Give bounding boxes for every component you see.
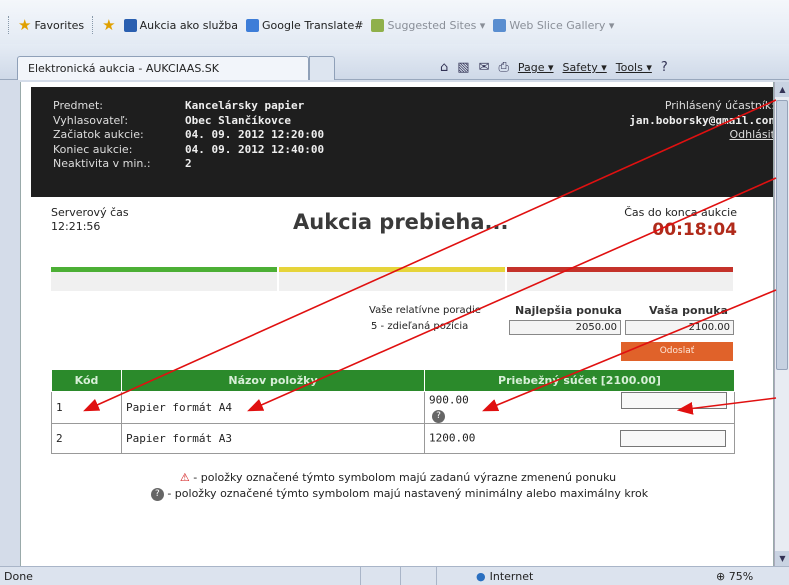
legend: ⚠ - položky označené týmto symbolom majú… bbox=[21, 470, 773, 502]
scroll-up-icon[interactable]: ▲ bbox=[775, 82, 789, 97]
step-info-icon: ? bbox=[432, 409, 445, 423]
translate-icon bbox=[246, 18, 260, 32]
tab-aukcia[interactable]: Elektronická aukcia - AUKCIAAS.SK bbox=[17, 56, 309, 80]
help-icon[interactable]: ? bbox=[661, 60, 668, 75]
progress-segment-yellow bbox=[279, 267, 505, 291]
status-divider bbox=[360, 567, 361, 585]
your-offer-label: Vaša ponuka bbox=[649, 304, 728, 317]
new-tab-button[interactable] bbox=[309, 56, 335, 80]
ie-icon bbox=[371, 18, 385, 32]
favorite-link-aukcia[interactable]: Aukcia ako služba bbox=[123, 18, 238, 32]
item-sum: 1200.00 bbox=[429, 431, 476, 444]
security-zone[interactable]: ● Internet bbox=[476, 570, 533, 583]
favorite-web-slice-gallery[interactable]: Web Slice Gallery ▾ bbox=[493, 18, 614, 32]
vertical-scrollbar[interactable]: ▲ ▼ bbox=[774, 82, 789, 566]
auction-header: Predmet: Vyhlasovateľ: Začiatok aukcie: … bbox=[31, 87, 774, 197]
tab-bar: Elektronická aukcia - AUKCIAAS.SK ⌂ ▧ ✉ … bbox=[0, 44, 789, 80]
progress-segment-red bbox=[507, 267, 733, 291]
legend-step-limit: ? - položky označené týmto symbolom majú… bbox=[21, 486, 773, 502]
step-info-icon: ? bbox=[150, 487, 164, 501]
mail-icon[interactable]: ✉ bbox=[479, 60, 490, 75]
auction-status: Aukcia prebieha... bbox=[293, 210, 509, 234]
logged-user: Prihlásený účastník: jan.boborsky@gmail.… bbox=[629, 99, 774, 143]
favorite-link-google-translate[interactable]: Google Translate# bbox=[246, 18, 363, 32]
best-offer-value: 2050.00 bbox=[509, 320, 621, 335]
status-divider bbox=[436, 567, 437, 585]
warning-icon: ⚠ bbox=[179, 471, 190, 484]
zoom-control[interactable]: ⊕ 75% bbox=[716, 570, 753, 583]
countdown-label: Čas do konca aukcie bbox=[624, 206, 737, 219]
user-email: jan.boborsky@gmail.con bbox=[629, 113, 774, 127]
time-progress-bars bbox=[51, 267, 735, 291]
tools-menu[interactable]: Tools ▾ bbox=[616, 61, 652, 74]
bid-rank: Vaše relatívne poradie 5 - zdieľaná pozí… bbox=[369, 305, 481, 332]
safety-menu[interactable]: Safety ▾ bbox=[563, 61, 607, 74]
auction-info-labels: Predmet: Vyhlasovateľ: Začiatok aukcie: … bbox=[53, 99, 151, 170]
logout-link[interactable]: Odhlásiť bbox=[629, 128, 773, 143]
item-code: 2 bbox=[51, 422, 122, 454]
web-slice-icon bbox=[493, 18, 507, 32]
item-bid-input[interactable] bbox=[620, 392, 727, 409]
command-bar: ⌂ ▧ ✉ ⎙ Page ▾ Safety ▾ Tools ▾ ? bbox=[440, 60, 668, 75]
scroll-thumb[interactable] bbox=[776, 100, 788, 370]
toolbar-grip bbox=[8, 16, 10, 34]
print-icon[interactable]: ⎙ bbox=[498, 60, 508, 75]
site-icon bbox=[123, 18, 137, 32]
globe-icon: ● bbox=[476, 570, 486, 583]
zoom-icon: ⊕ bbox=[716, 570, 726, 583]
countdown-value: 00:18:04 bbox=[652, 220, 737, 240]
send-button[interactable]: Odoslať bbox=[621, 342, 733, 361]
item-name: Papier formát A3 bbox=[121, 422, 425, 454]
legend-changed-offer: ⚠ - položky označené týmto symbolom majú… bbox=[179, 471, 617, 484]
home-icon[interactable]: ⌂ bbox=[440, 60, 448, 75]
page-content: Predmet: Vyhlasovateľ: Začiatok aukcie: … bbox=[20, 82, 774, 566]
feeds-icon[interactable]: ▧ bbox=[457, 60, 469, 75]
favorite-suggested-sites[interactable]: Suggested Sites ▾ bbox=[371, 18, 485, 32]
table-row: 1 Papier formát A4 900.00? bbox=[51, 391, 735, 424]
status-divider bbox=[400, 567, 401, 585]
items-table: Kód Názov položky Priebežný súčet [2100.… bbox=[51, 369, 735, 454]
page-menu[interactable]: Page ▾ bbox=[518, 61, 554, 74]
item-sum: 900.00 bbox=[429, 393, 469, 407]
item-sum-cell: 900.00? bbox=[424, 391, 735, 424]
auction-info-values: Kancelársky papier Obec Slančíkovce 04. … bbox=[185, 99, 325, 170]
item-name: Papier formát A4 bbox=[121, 391, 425, 424]
table-row: 2 Papier formát A3 1200.00 bbox=[51, 422, 735, 454]
column-header-name: Názov položky bbox=[121, 369, 425, 392]
your-offer-value: 2100.00 bbox=[625, 320, 734, 335]
column-header-code: Kód bbox=[51, 369, 122, 392]
toolbar-separator bbox=[92, 16, 94, 34]
status-bar: Done ● Internet ⊕ 75% bbox=[0, 566, 789, 585]
add-favorite-icon[interactable]: ★ bbox=[102, 16, 115, 34]
item-sum-cell: 1200.00 bbox=[424, 422, 735, 454]
item-code: 1 bbox=[51, 391, 122, 424]
best-offer-label: Najlepšia ponuka bbox=[515, 304, 622, 317]
favorites-button[interactable]: ★ Favorites bbox=[18, 16, 84, 34]
star-icon: ★ bbox=[18, 16, 32, 34]
status-text: Done bbox=[4, 570, 33, 583]
progress-segment-green bbox=[51, 267, 277, 291]
scroll-down-icon[interactable]: ▼ bbox=[775, 551, 789, 566]
item-bid-input[interactable] bbox=[620, 429, 727, 447]
server-time: Serverový čas 12:21:56 bbox=[51, 206, 129, 233]
column-header-sum: Priebežný súčet [2100.00] bbox=[424, 369, 735, 392]
